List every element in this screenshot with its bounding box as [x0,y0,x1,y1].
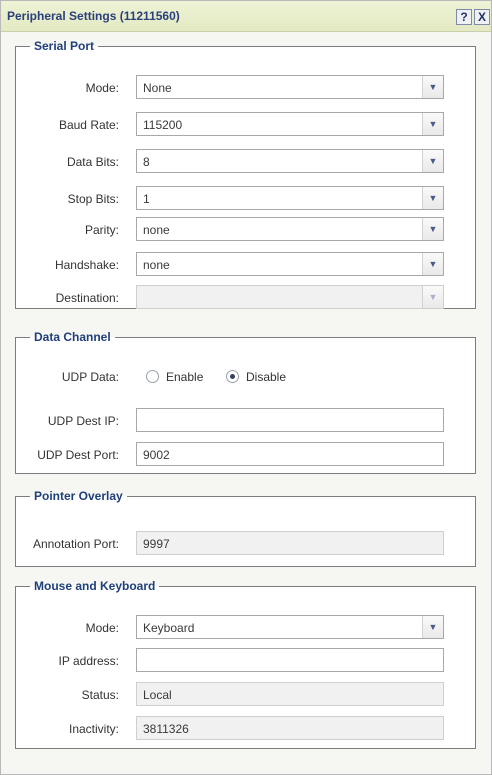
chevron-down-icon[interactable]: ▼ [422,113,443,135]
udp-dest-ip-row: UDP Dest IP: [16,408,475,434]
udp-enable-label[interactable]: Enable [166,370,203,384]
ip-address-label: IP address: [58,654,119,668]
close-icon[interactable]: X [474,9,490,25]
chevron-down-icon[interactable]: ▼ [422,218,443,240]
udp-disable-radio[interactable] [226,370,239,383]
baud-rate-label: Baud Rate: [58,118,119,132]
baud-rate-value: 115200 [143,118,183,132]
peripheral-settings-dialog: Peripheral Settings (11211560) ? X Seria… [0,0,492,775]
handshake-value: none [143,258,170,272]
parity-select[interactable]: none ▼ [136,217,444,241]
handshake-row: Handshake: none ▼ [16,252,475,278]
mouse-keyboard-section: Mouse and Keyboard Mode: Keyboard ▼ IP a… [15,579,476,749]
udp-data-label: UDP Data: [61,370,119,384]
help-icon[interactable]: ? [456,9,472,25]
chevron-down-icon[interactable]: ▼ [422,253,443,275]
udp-dest-port-value: 9002 [143,448,170,462]
chevron-down-icon[interactable]: ▼ [422,616,443,638]
chevron-down-icon: ▼ [422,286,443,308]
inactivity-row: Inactivity: 3811326 [16,716,475,742]
data-bits-value: 8 [143,155,150,169]
window-title: Peripheral Settings (11211560) [7,9,180,23]
stop-bits-row: Stop Bits: 1 ▼ [16,186,475,212]
status-label: Status: [81,688,119,702]
stop-bits-label: Stop Bits: [67,192,119,206]
data-channel-legend: Data Channel [34,330,111,344]
mk-mode-select[interactable]: Keyboard ▼ [136,615,444,639]
pointer-overlay-section: Pointer Overlay Annotation Port: 9997 [15,489,476,567]
title-bar[interactable]: Peripheral Settings (11211560) ? X [1,1,491,32]
udp-dest-ip-label: UDP Dest IP: [47,414,119,428]
mk-mode-row: Mode: Keyboard ▼ [16,615,475,641]
inactivity-value: 3811326 [143,722,189,736]
serial-port-section: Serial Port Mode: None ▼ Baud Rate: 1152… [15,39,476,309]
status-value: Local [143,688,172,702]
inactivity-field: 3811326 [136,716,444,740]
annotation-port-field: 9997 [136,531,444,555]
udp-dest-port-row: UDP Dest Port: 9002 [16,442,475,468]
serial-mode-label: Mode: [85,81,119,95]
parity-row: Parity: none ▼ [16,217,475,243]
chevron-down-icon[interactable]: ▼ [422,150,443,172]
mk-mode-value: Keyboard [143,621,195,635]
ip-address-input[interactable] [136,648,444,672]
data-bits-label: Data Bits: [66,155,119,169]
parity-label: Parity: [84,223,119,237]
destination-select: ▼ [136,285,444,309]
serial-mode-value: None [143,81,172,95]
status-field: Local [136,682,444,706]
annotation-port-row: Annotation Port: 9997 [16,531,475,557]
parity-value: none [143,223,170,237]
chevron-down-icon[interactable]: ▼ [422,76,443,98]
mk-mode-label: Mode: [85,621,119,635]
annotation-port-label: Annotation Port: [32,537,119,551]
inactivity-label: Inactivity: [68,722,119,736]
serial-mode-row: Mode: None ▼ [16,75,475,101]
data-bits-select[interactable]: 8 ▼ [136,149,444,173]
data-bits-row: Data Bits: 8 ▼ [16,149,475,175]
udp-enable-radio[interactable] [146,370,159,383]
udp-data-row: UDP Data: Enable Disable [16,364,475,390]
udp-dest-ip-input[interactable] [136,408,444,432]
annotation-port-value: 9997 [143,537,170,551]
pointer-overlay-legend: Pointer Overlay [34,489,123,503]
data-channel-section: Data Channel UDP Data: Enable Disable UD… [15,330,476,474]
stop-bits-select[interactable]: 1 ▼ [136,186,444,210]
udp-dest-port-input[interactable]: 9002 [136,442,444,466]
status-row: Status: Local [16,682,475,708]
udp-disable-label[interactable]: Disable [246,370,286,384]
serial-mode-select[interactable]: None ▼ [136,75,444,99]
baud-rate-row: Baud Rate: 115200 ▼ [16,112,475,138]
baud-rate-select[interactable]: 115200 ▼ [136,112,444,136]
destination-label: Destination: [55,291,119,305]
handshake-select[interactable]: none ▼ [136,252,444,276]
destination-row: Destination: ▼ [16,285,475,311]
chevron-down-icon[interactable]: ▼ [422,187,443,209]
handshake-label: Handshake: [54,258,119,272]
ip-address-row: IP address: [16,648,475,674]
stop-bits-value: 1 [143,192,150,206]
serial-port-legend: Serial Port [34,39,95,53]
mouse-keyboard-legend: Mouse and Keyboard [34,579,156,593]
udp-dest-port-label: UDP Dest Port: [37,448,119,462]
